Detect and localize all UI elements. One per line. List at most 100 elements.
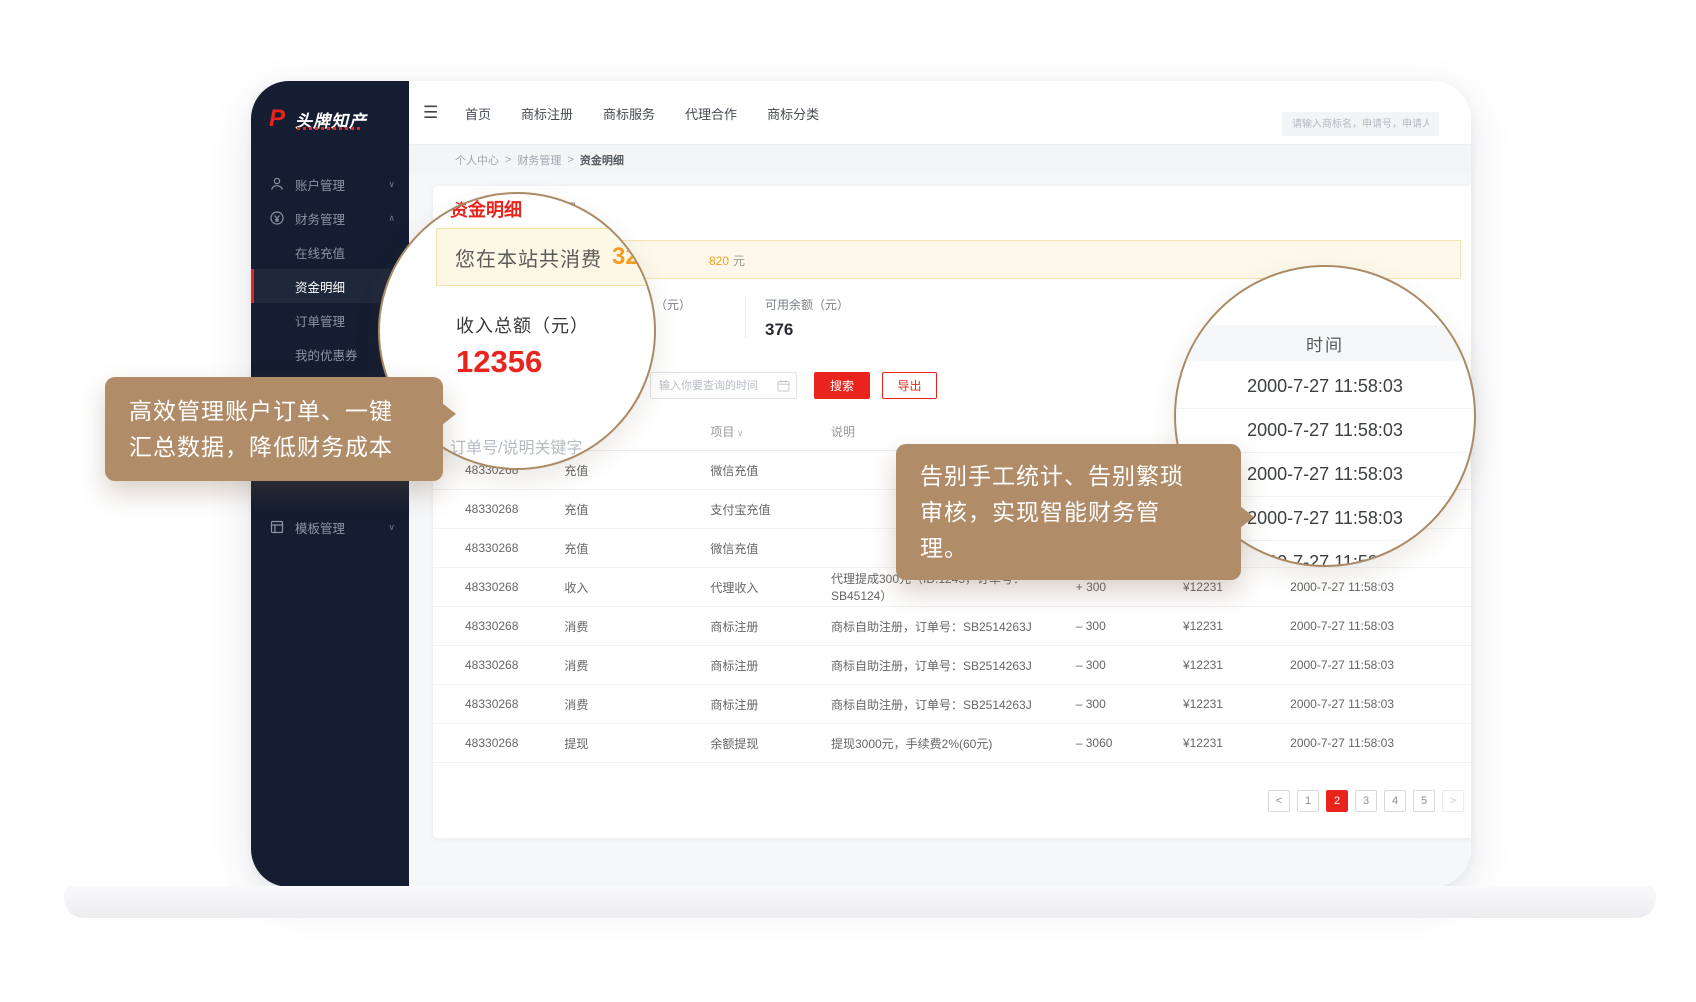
nav-item-trademark-service[interactable]: 商标服务 — [603, 104, 655, 123]
brand-logo-subtext — [297, 127, 363, 130]
chevron-down-icon — [388, 179, 395, 190]
sidebar-item-account[interactable]: 账户管理 — [251, 167, 409, 201]
cell-item: 商标注册 — [710, 657, 831, 674]
callout-left-line: 高效管理账户订单、一键 — [129, 393, 419, 429]
pagination-page-button[interactable]: 1 — [1297, 790, 1319, 812]
cell-order: 48330268 — [433, 658, 564, 672]
chevron-up-icon — [388, 213, 395, 224]
stat-divider — [745, 296, 746, 338]
pagination-next-button[interactable]: > — [1442, 790, 1464, 812]
cell-item: 代理收入 — [710, 579, 831, 596]
cell-time: 2000-7-27 11:58:03 — [1283, 697, 1471, 711]
cell-time: 2000-7-27 11:58:03 — [1283, 619, 1471, 633]
callout-left: 高效管理账户订单、一键 汇总数据，降低财务成本 — [105, 377, 443, 481]
cell-desc: 商标自助注册，订单号：SB2514263J — [831, 657, 1069, 674]
cell-item: 微信充值 — [710, 462, 831, 479]
chevron-down-icon — [388, 522, 395, 533]
table-row: 48330268 提现 余额提现 提现3000元，手续费2%(60元) – 30… — [433, 724, 1471, 763]
cell-desc: 商标自助注册，订单号：SB2514263J — [831, 696, 1069, 713]
nav-item-trademark-register[interactable]: 商标注册 — [521, 104, 573, 123]
menu-icon[interactable]: ☰ — [423, 103, 438, 123]
callout-right-line: 告别手工统计、告别繁琐 — [920, 458, 1217, 494]
pagination-prev-button[interactable]: < — [1268, 790, 1290, 812]
breadcrumb-item[interactable]: 个人中心 — [455, 152, 499, 168]
cell-type: 消费 — [564, 657, 710, 674]
cell-order: 48330268 — [433, 736, 564, 750]
cell-order: 48330268 — [433, 697, 564, 711]
cell-amount: + 300 — [1069, 580, 1176, 594]
header-desc: 说明 — [831, 423, 1069, 440]
cell-item: 余额提现 — [710, 735, 831, 752]
magnified-banner-prefix: 您在本站共消费 — [455, 243, 602, 272]
cell-desc: 提现3000元，手续费2%(60元) — [831, 735, 1069, 752]
cell-type: 收入 — [564, 579, 710, 596]
callout-left-line: 汇总数据，降低财务成本 — [129, 429, 419, 465]
callout-right-line: 理。 — [920, 530, 1217, 566]
breadcrumb-item-current: 资金明细 — [580, 152, 624, 168]
cell-order: 48330268 — [433, 580, 564, 594]
cell-balance: ¥12231 — [1176, 580, 1283, 594]
sidebar-item-label: 在线充值 — [295, 243, 345, 262]
cell-type: 充值 — [564, 540, 710, 557]
cell-type: 提现 — [564, 735, 710, 752]
brand-logo-icon — [269, 105, 293, 129]
callout-right: 告别手工统计、告别繁琐 审核，实现智能财务管 理。 — [896, 444, 1241, 580]
breadcrumb-item[interactable]: 财务管理 — [517, 152, 561, 168]
callout-right-line: 审核，实现智能财务管 — [920, 494, 1217, 530]
pagination-page-button-active[interactable]: 2 — [1326, 790, 1348, 812]
nav-item-trademark-category[interactable]: 商标分类 — [767, 104, 819, 123]
table-row: 48330268 消费 商标注册 商标自助注册，订单号：SB2514263J –… — [433, 607, 1471, 646]
magnified-consumption-banner: 您在本站共消费 32124 — [436, 228, 656, 286]
calendar-icon[interactable] — [777, 379, 790, 392]
stat-balance-label: 可用余额（元） — [765, 296, 849, 313]
cell-order: 48330268 — [433, 541, 564, 555]
header-item-sortable[interactable]: 项目 — [710, 423, 831, 440]
sidebar-item-label: 我的优惠券 — [295, 345, 358, 364]
cell-amount: – 3060 — [1069, 736, 1176, 750]
consumption-banner-text: 820 元 — [709, 252, 745, 269]
cell-balance: ¥12231 — [1176, 619, 1283, 633]
global-search-input[interactable] — [1282, 112, 1439, 136]
cell-time: 2000-7-27 11:58:03 — [1283, 580, 1471, 594]
cell-balance: ¥12231 — [1176, 736, 1283, 750]
stat-balance: 可用余额（元） 376 — [765, 296, 849, 340]
cell-type: 充值 — [564, 501, 710, 518]
breadcrumb-separator: > — [567, 154, 573, 166]
cell-type: 充值 — [564, 462, 710, 479]
stat-middle-label: （元） — [655, 296, 691, 313]
magnified-tab-label: 资金明细 — [450, 196, 522, 222]
sidebar-item-label: 账户管理 — [295, 175, 345, 194]
cell-order: 48330268 — [433, 502, 564, 516]
sidebar-item-recharge[interactable]: 在线充值 — [251, 235, 409, 269]
sidebar-item-templates[interactable]: 模板管理 — [251, 510, 409, 544]
cell-type: 消费 — [564, 618, 710, 635]
sidebar-item-label: 订单管理 — [295, 311, 345, 330]
magnified-time-value: 2000-7-27 11:58:03 — [1176, 365, 1474, 409]
consumption-amount-tail: 820 — [709, 254, 729, 268]
cell-desc: 商标自助注册，订单号：SB2514263J — [831, 618, 1069, 635]
stat-balance-value: 376 — [765, 320, 849, 340]
magnified-income-value: 12356 — [456, 344, 542, 380]
cell-order: 48330268 — [433, 619, 564, 633]
sidebar-item-finance[interactable]: 财务管理 — [251, 201, 409, 235]
main-nav: 首页 商标注册 商标服务 代理合作 商标分类 — [465, 81, 819, 145]
cell-item: 微信充值 — [710, 540, 831, 557]
cell-amount: – 300 — [1069, 697, 1176, 711]
cell-type: 消费 — [564, 696, 710, 713]
table-row: 48330268 消费 商标注册 商标自助注册，订单号：SB2514263J –… — [433, 685, 1471, 724]
cell-balance: ¥12231 — [1176, 697, 1283, 711]
pagination-page-button[interactable]: 5 — [1413, 790, 1435, 812]
nav-item-home[interactable]: 首页 — [465, 104, 491, 123]
consumption-unit: 元 — [733, 254, 745, 268]
search-button[interactable]: 搜索 — [814, 372, 870, 399]
cell-item: 商标注册 — [710, 696, 831, 713]
nav-item-agent-coop[interactable]: 代理合作 — [685, 104, 737, 123]
laptop-base — [64, 886, 1656, 918]
magnified-banner-value: 32124 — [612, 243, 656, 271]
export-button[interactable]: 导出 — [882, 372, 937, 399]
sidebar-item-label: 资金明细 — [295, 277, 345, 296]
time-filter-input[interactable] — [650, 372, 797, 399]
pagination-page-button[interactable]: 3 — [1355, 790, 1377, 812]
cell-amount: – 300 — [1069, 619, 1176, 633]
pagination-page-button[interactable]: 4 — [1384, 790, 1406, 812]
